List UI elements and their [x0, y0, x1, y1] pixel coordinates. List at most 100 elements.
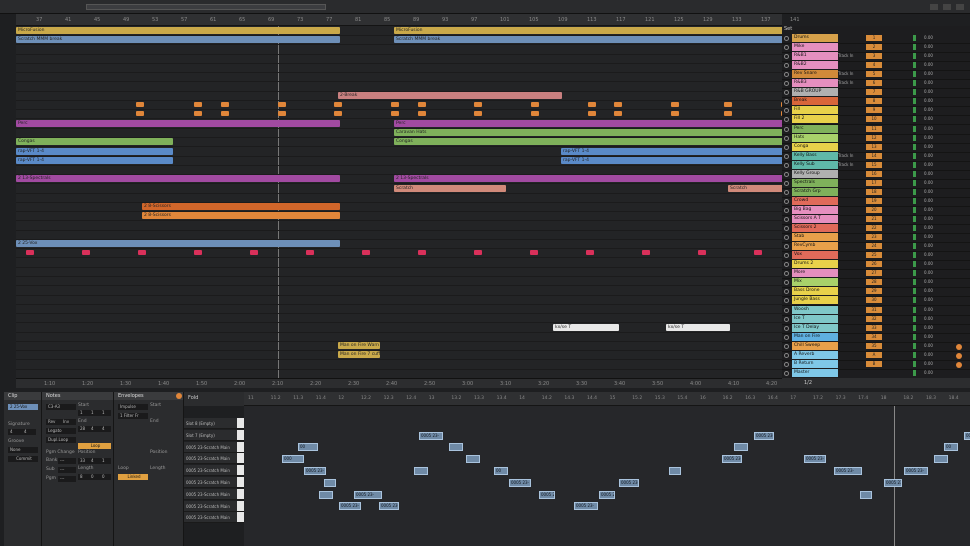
track-fold-icon[interactable] — [784, 307, 789, 313]
marker-clip[interactable] — [530, 250, 538, 256]
track-volume[interactable]: 0.00 — [924, 260, 933, 268]
minimize-icon[interactable] — [930, 4, 938, 10]
midi-note[interactable] — [319, 490, 333, 499]
track-volume[interactable]: 0.00 — [924, 161, 933, 169]
arrangement-clip[interactable]: kx/se T — [553, 323, 619, 331]
key-row[interactable]: Slot 8 (Empty) — [184, 418, 244, 429]
track-volume[interactable]: 0.00 — [924, 125, 933, 133]
track-input[interactable]: Track In — [838, 70, 853, 78]
track-name[interactable]: Conga — [792, 142, 838, 151]
track-fold-icon[interactable] — [784, 99, 789, 105]
track-volume[interactable]: 0.00 — [924, 215, 933, 223]
track-volume[interactable]: 0.00 — [924, 79, 933, 87]
commit-button[interactable]: Commit — [8, 456, 38, 462]
arrangement-ruler[interactable]: 37 41 45 49 53 57 61 65 69 73 77 81 85 89 93 97 101 105 10… — [16, 14, 800, 26]
midi-note[interactable] — [934, 455, 948, 464]
time-ruler[interactable]: 1:10 1:20 1:30 1:40 1:50 2:00 2:10 2:20 2:30 2:40… — [16, 378, 782, 388]
arrangement-clip[interactable]: MicroFusion — [394, 27, 782, 34]
track-name[interactable]: Woosh — [792, 305, 838, 314]
track-volume[interactable]: 0.00 — [924, 97, 933, 105]
marker-clip[interactable] — [194, 250, 202, 256]
arrangement-clip[interactable]: Scratch MMM break — [394, 36, 782, 44]
track-fold-icon[interactable] — [784, 198, 789, 204]
track-name[interactable]: R&B3 — [792, 79, 838, 88]
track-fold-icon[interactable] — [784, 54, 789, 60]
groove-select[interactable]: None — [8, 447, 38, 453]
track-volume[interactable]: 0.00 — [924, 170, 933, 178]
marker-clip[interactable] — [136, 111, 144, 117]
track-volume[interactable]: 0.00 — [924, 43, 933, 51]
length-bar[interactable]: 8 — [78, 474, 89, 480]
track-fold-icon[interactable] — [784, 280, 789, 286]
track-fold-icon[interactable] — [784, 217, 789, 222]
midi-note[interactable]: 0005 23- — [574, 502, 598, 511]
track-fold-icon[interactable] — [784, 235, 789, 241]
marker-clip[interactable] — [194, 111, 202, 117]
track-number[interactable]: 25 — [866, 252, 882, 259]
midi-note[interactable]: 0005 23- — [339, 502, 361, 511]
midi-note[interactable]: 0005 23- — [304, 467, 326, 475]
track-name[interactable]: Drums 2 — [792, 260, 838, 269]
midi-note[interactable] — [414, 467, 428, 475]
track-number[interactable]: 12 — [866, 134, 882, 141]
track-number[interactable]: 6 — [866, 80, 882, 87]
arrangement-clip[interactable]: Scratch — [394, 184, 506, 192]
io-icon[interactable] — [956, 362, 962, 368]
marker-clip[interactable] — [418, 250, 426, 256]
track-number[interactable]: 22 — [866, 225, 882, 232]
track-number[interactable]: 18 — [866, 188, 882, 195]
start-bar[interactable]: 1 — [78, 410, 89, 416]
track-fold-icon[interactable] — [784, 171, 789, 177]
track-volume[interactable]: 0.00 — [924, 52, 933, 60]
parameter-select[interactable]: 1 Filter Fr — [118, 413, 148, 419]
track-volume[interactable]: 0.00 — [924, 369, 933, 377]
marker-clip[interactable] — [221, 102, 229, 108]
overview-scroller[interactable] — [86, 4, 326, 10]
midi-note[interactable]: 0005 23- — [379, 502, 399, 511]
marker-clip[interactable] — [586, 250, 594, 256]
track-number[interactable]: 4 — [866, 62, 882, 69]
arrangement-clip[interactable]: kx/se T — [666, 323, 730, 331]
track-fold-icon[interactable] — [784, 334, 789, 340]
track-number[interactable]: 19 — [866, 197, 882, 204]
track-fold-icon[interactable] — [784, 63, 789, 69]
track-number[interactable]: 17 — [866, 179, 882, 186]
track-volume[interactable]: 0.00 — [924, 224, 933, 232]
track-number[interactable]: 32 — [866, 315, 882, 322]
midi-note[interactable]: 000 — [282, 455, 304, 464]
track-volume[interactable]: 0.00 — [924, 296, 933, 304]
midi-note[interactable]: 0005 23- — [804, 455, 826, 464]
marker-clip[interactable] — [671, 102, 679, 108]
bank-field[interactable]: --- — [58, 458, 76, 464]
arrangement-clip[interactable]: Man on Fire 7 cuff — [338, 351, 380, 359]
piano-key[interactable] — [237, 477, 244, 487]
piano-key[interactable] — [237, 441, 244, 452]
marker-clip[interactable] — [250, 250, 258, 256]
key-row[interactable]: 0005 23-Scratch Main — [184, 453, 244, 465]
marker-clip[interactable] — [362, 250, 370, 256]
track-fold-icon[interactable] — [784, 144, 789, 150]
position-sixteenth[interactable]: 1 — [100, 458, 111, 464]
track-name[interactable]: Fill — [792, 106, 838, 115]
track-number[interactable]: 23 — [866, 234, 882, 241]
track-name[interactable]: Crowd — [792, 196, 838, 205]
track-volume[interactable]: 0.00 — [924, 134, 933, 142]
marker-clip[interactable] — [642, 250, 650, 256]
arrangement-clip[interactable]: 2 13-Spectrals — [394, 175, 782, 183]
track-number[interactable]: 9 — [866, 107, 882, 114]
piano-key[interactable] — [237, 418, 244, 428]
track-fold-icon[interactable] — [784, 162, 789, 168]
dupl-loop-button[interactable]: Dupl.Loop — [46, 437, 76, 443]
track-fold-icon[interactable] — [784, 244, 789, 250]
track-name[interactable]: R&B2 — [792, 61, 838, 70]
track-volume[interactable]: 0.00 — [924, 278, 933, 286]
track-number[interactable]: 3 — [866, 53, 882, 60]
track-fold-icon[interactable] — [784, 253, 789, 259]
track-fold-icon[interactable] — [784, 189, 789, 195]
track-number[interactable]: B — [866, 360, 882, 367]
track-volume[interactable]: 0.00 — [924, 115, 933, 123]
track-name[interactable]: B Return — [792, 359, 838, 368]
track-name[interactable]: Kelly Sub — [792, 160, 838, 169]
track-name[interactable]: Scissors 2 — [792, 224, 838, 233]
marker-clip[interactable] — [194, 102, 202, 108]
